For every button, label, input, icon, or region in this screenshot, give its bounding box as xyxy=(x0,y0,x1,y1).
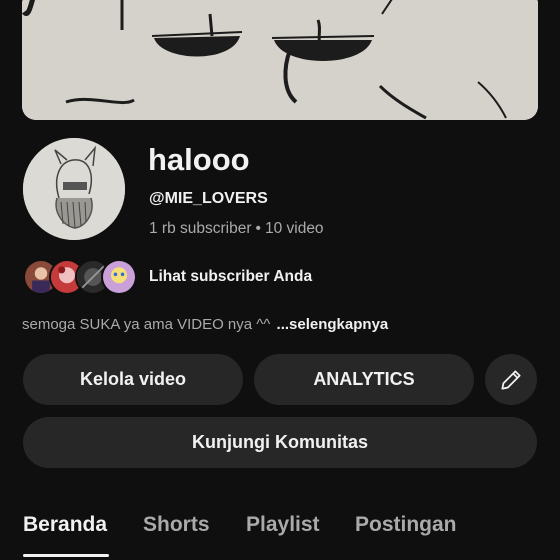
tab-posts[interactable]: Postingan xyxy=(355,513,457,537)
tab-home[interactable]: Beranda xyxy=(23,513,107,537)
subscriber-avatar xyxy=(101,259,137,295)
channel-banner[interactable] xyxy=(22,0,538,120)
analytics-button[interactable]: ANALYTICS xyxy=(254,354,474,405)
channel-name: halooo xyxy=(148,142,250,177)
tab-shorts[interactable]: Shorts xyxy=(143,513,210,537)
active-tab-indicator xyxy=(23,554,109,557)
description-more-link[interactable]: ...selengkapnya xyxy=(277,316,389,333)
subscriber-avatars[interactable] xyxy=(23,259,143,295)
see-subscribers-link[interactable]: Lihat subscriber Anda xyxy=(149,268,312,286)
channel-avatar[interactable] xyxy=(23,138,125,240)
channel-handle: @MIE_LOVERS xyxy=(149,190,268,207)
edit-channel-button[interactable] xyxy=(485,354,537,405)
pencil-icon xyxy=(501,369,521,390)
channel-stats: 1 rb subscriber • 10 video xyxy=(149,220,324,238)
description-text: semoga SUKA ya ama VIDEO nya ^^ xyxy=(22,316,271,333)
channel-description[interactable]: semoga SUKA ya ama VIDEO nya ^^ ...selen… xyxy=(22,316,388,333)
tab-playlist[interactable]: Playlist xyxy=(246,513,320,537)
channel-tabs: Beranda Shorts Playlist Postingan xyxy=(0,505,560,560)
video-count: 10 video xyxy=(264,220,324,237)
manage-videos-button[interactable]: Kelola video xyxy=(23,354,243,405)
stats-separator: • xyxy=(255,220,261,237)
visit-community-button[interactable]: Kunjungi Komunitas xyxy=(23,417,537,468)
subscriber-count: 1 rb subscriber xyxy=(149,220,252,237)
